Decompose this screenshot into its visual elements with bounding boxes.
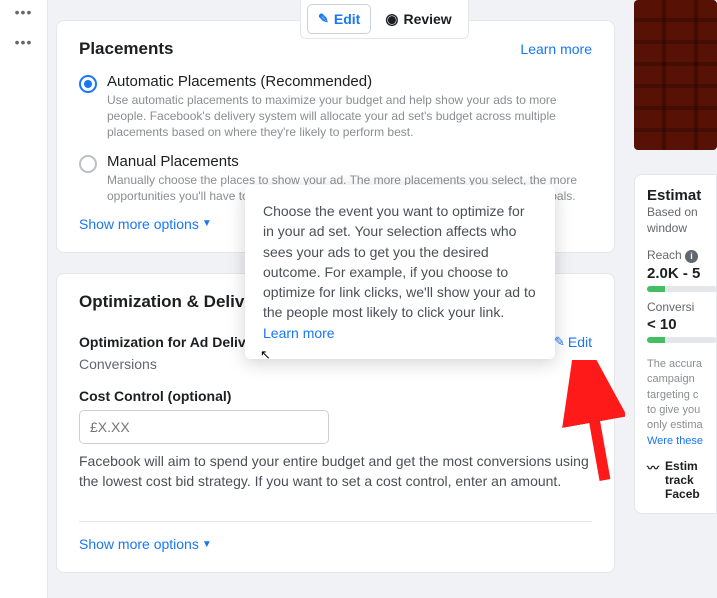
activity-icon: 〰 — [647, 459, 659, 501]
optimization-tooltip: Choose the event you want to optimize fo… — [245, 185, 555, 359]
manual-label: Manual Placements — [107, 153, 592, 170]
cost-description: Facebook will aim to spend your entire b… — [79, 452, 592, 491]
more-menu-icon[interactable]: ••• — [12, 34, 36, 52]
review-label: Review — [403, 11, 451, 27]
learn-more-link[interactable]: Learn more — [520, 41, 592, 57]
est-sub1: Based on — [647, 205, 698, 219]
divider — [79, 521, 592, 522]
reach-bar — [647, 286, 717, 292]
show-more-label: Show more options — [79, 536, 199, 552]
estimates-card: Estimat Based onwindow Reach i 2.0K - 5 … — [634, 174, 717, 514]
right-column: Estimat Based onwindow Reach i 2.0K - 5 … — [634, 0, 717, 598]
conv-value: < 10 — [647, 316, 716, 333]
reach-label: Reach — [647, 248, 682, 262]
edit-label: Edit — [334, 11, 360, 27]
auto-desc: Use automatic placements to maximize you… — [107, 92, 592, 141]
info-icon[interactable]: i — [685, 250, 698, 263]
chevron-down-icon: ▼ — [202, 218, 212, 229]
placement-option-auto[interactable]: Automatic Placements (Recommended) Use a… — [79, 73, 592, 141]
feedback-link[interactable]: Were these — [647, 435, 703, 447]
radio-unchecked-icon[interactable] — [79, 155, 97, 173]
delivery-label: Optimization for Ad Delivery — [79, 334, 267, 350]
cost-input[interactable] — [79, 410, 329, 444]
more-menu-icon[interactable]: ••• — [12, 4, 36, 22]
conv-bar — [647, 337, 717, 343]
tracking-row: 〰 Estim track Faceb — [647, 459, 716, 501]
cursor-icon: ↖ — [260, 347, 271, 363]
eye-icon: ◉ — [385, 10, 398, 28]
reach-value: 2.0K - 5 — [647, 265, 716, 282]
est-title: Estimat — [647, 187, 716, 204]
pencil-icon: ✎ — [318, 11, 329, 27]
pencil-icon: ✎ — [554, 334, 565, 350]
conv-label: Conversi — [647, 300, 716, 314]
radio-checked-icon[interactable] — [79, 75, 97, 93]
chevron-down-icon: ▼ — [202, 539, 212, 550]
edit-delivery-button[interactable]: ✎ Edit — [554, 334, 592, 350]
left-rail: ••• ••• — [0, 0, 48, 598]
mode-toggle: ✎ Edit ◉ Review — [300, 0, 469, 39]
edit-label: Edit — [568, 334, 592, 350]
fine-print: The accura campaign targeting c to give … — [647, 357, 716, 449]
est-sub2: window — [647, 221, 687, 235]
ad-preview-image — [634, 0, 717, 150]
learn-more-link[interactable]: Learn more — [263, 325, 335, 341]
tooltip-body: Choose the event you want to optimize fo… — [263, 203, 536, 320]
auto-label: Automatic Placements (Recommended) — [107, 73, 592, 90]
show-more-button[interactable]: Show more options ▼ — [79, 536, 212, 552]
show-more-button[interactable]: Show more options ▼ — [79, 216, 212, 232]
placements-title: Placements — [79, 39, 174, 59]
cost-label: Cost Control (optional) — [79, 388, 592, 404]
show-more-label: Show more options — [79, 216, 199, 232]
review-button[interactable]: ◉ Review — [375, 4, 461, 34]
edit-button[interactable]: ✎ Edit — [307, 4, 371, 34]
